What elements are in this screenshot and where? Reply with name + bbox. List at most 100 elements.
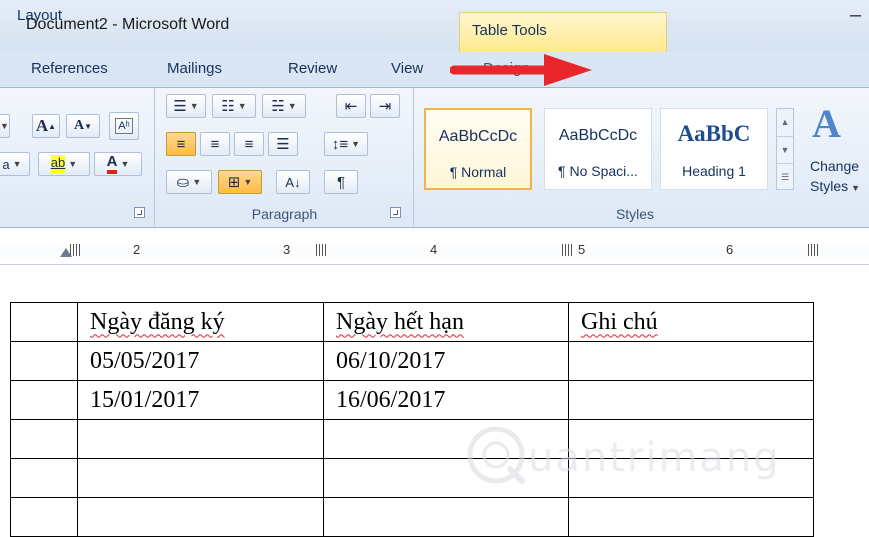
change-styles-label-2-row: Styles ▼: [810, 178, 861, 194]
table-cell[interactable]: 16/06/2017: [323, 380, 569, 420]
effects-dropdown[interactable]: a ▼: [0, 152, 30, 176]
header-text: Ngày hết hạn: [336, 308, 464, 335]
ruler-number: 2: [133, 242, 141, 257]
line-spacing-button[interactable]: ↕≡ ▼: [324, 132, 368, 156]
tab-mailings[interactable]: Mailings: [167, 60, 222, 77]
document-table[interactable]: Ngày đăng ký Ngày hết hạn Ghi chú 05/05/…: [10, 302, 814, 537]
clear-formatting-button[interactable]: Aʰ: [109, 112, 139, 140]
align-left-button[interactable]: ≡: [166, 132, 196, 156]
table-cell[interactable]: [10, 380, 78, 420]
clear-formatting-icon: Aʰ: [115, 118, 133, 134]
title-bar: Document2 - Microsoft Word Table Tools –: [0, 0, 869, 52]
header-text: Ngày đăng ký: [90, 308, 225, 335]
style-heading-1[interactable]: AaBbC Heading 1: [660, 108, 768, 190]
show-hide-marks-button[interactable]: ¶: [324, 170, 358, 194]
style-sample: AaBbCcDc: [558, 127, 638, 144]
styles-gallery-scroller[interactable]: ▲ ▼ ☰: [776, 108, 794, 190]
table-cell[interactable]: [10, 341, 78, 381]
grow-font-icon: A: [35, 116, 49, 135]
align-center-button[interactable]: ≡: [200, 132, 230, 156]
paragraph-dialog-launcher-icon[interactable]: [390, 207, 401, 218]
align-left-icon: ≡: [176, 135, 186, 153]
tab-view[interactable]: View: [391, 60, 423, 77]
align-right-button[interactable]: ≡: [234, 132, 264, 156]
table-cell[interactable]: [568, 380, 814, 420]
grow-font-button[interactable]: A ▲: [32, 114, 60, 138]
style-sample: AaBbCcDc: [438, 128, 518, 145]
font-color-button[interactable]: A ▼: [94, 152, 142, 176]
style-no-spacing[interactable]: AaBbCcDc ¶ No Spaci...: [544, 108, 652, 190]
font-group: ▼ A ▲ A ▼ Aʰ a ▼ ab ▼ A ▼: [0, 88, 155, 226]
scroll-down-icon[interactable]: ▼: [777, 136, 793, 163]
sort-icon: A↓: [285, 174, 301, 190]
pilcrow-icon: ¶: [336, 173, 346, 191]
decrease-indent-icon: ⇤: [344, 98, 358, 115]
tab-review[interactable]: Review: [288, 60, 337, 77]
decrease-indent-button[interactable]: ⇤: [336, 94, 366, 118]
increase-indent-icon: ⇥: [378, 98, 392, 115]
line-spacing-icon: ↕≡: [331, 135, 349, 153]
table-cell[interactable]: Ngày đăng ký: [77, 302, 324, 342]
shrink-font-button[interactable]: A ▼: [66, 114, 100, 138]
borders-button[interactable]: ⊞ ▼: [218, 170, 262, 194]
ribbon-tab-row: References Mailings Review View Design: [0, 52, 869, 88]
highlight-button[interactable]: ab ▼: [38, 152, 90, 176]
tab-layout-label: Layout: [17, 7, 63, 24]
tab-references[interactable]: References: [31, 60, 108, 77]
table-cell[interactable]: [77, 458, 324, 498]
numbering-icon: ☷: [221, 98, 235, 115]
style-name: ¶ Normal: [449, 164, 507, 180]
justify-button[interactable]: ☰: [268, 132, 298, 156]
table-cell[interactable]: [568, 497, 814, 537]
horizontal-ruler[interactable]: 2 3 4 5 6: [0, 238, 869, 265]
paragraph-group-label: Paragraph: [251, 206, 318, 222]
table-cell[interactable]: [77, 497, 324, 537]
more-styles-icon[interactable]: ☰: [777, 163, 793, 189]
change-styles-label-2: Styles: [810, 178, 849, 194]
justify-icon: ☰: [276, 136, 290, 153]
table-cell[interactable]: [323, 497, 569, 537]
bullets-icon: ☰: [173, 98, 187, 115]
minimize-icon[interactable]: –: [850, 5, 869, 25]
align-center-icon: ≡: [210, 135, 220, 153]
font-size-dropdown[interactable]: ▼: [0, 114, 10, 138]
table-cell[interactable]: Ngày hết hạn: [323, 302, 569, 342]
table-cell[interactable]: [10, 419, 78, 459]
table-cell[interactable]: [10, 458, 78, 498]
shading-button[interactable]: ⛀ ▼: [166, 170, 212, 194]
table-row: [10, 497, 814, 537]
column-marker-icon[interactable]: [316, 244, 328, 256]
styles-group: AaBbCcDc ¶ Normal AaBbCcDc ¶ No Spaci...…: [416, 88, 869, 226]
table-cell[interactable]: [10, 497, 78, 537]
shrink-font-icon: A: [73, 118, 85, 133]
watermark-text: uantrimang: [528, 435, 781, 481]
change-styles-button[interactable]: A Change Styles ▼: [804, 98, 864, 198]
increase-indent-button[interactable]: ⇥: [370, 94, 400, 118]
font-dialog-launcher-icon[interactable]: [134, 207, 145, 218]
table-tools-context-header: Table Tools: [459, 12, 667, 52]
table-cell[interactable]: [10, 302, 78, 342]
column-marker-icon[interactable]: [70, 244, 82, 256]
bullets-button[interactable]: ☰ ▼: [166, 94, 206, 118]
table-cell[interactable]: Ghi chú: [568, 302, 814, 342]
style-normal[interactable]: AaBbCcDc ¶ Normal: [424, 108, 532, 190]
styles-group-label: Styles: [615, 206, 655, 222]
multilevel-list-button[interactable]: ☵ ▼: [262, 94, 306, 118]
red-arrow-icon: [450, 54, 592, 86]
sort-button[interactable]: A↓: [276, 170, 310, 194]
table-cell[interactable]: [568, 341, 814, 381]
table-cell[interactable]: 15/01/2017: [77, 380, 324, 420]
numbering-button[interactable]: ☷ ▼: [212, 94, 256, 118]
table-cell[interactable]: 05/05/2017: [77, 341, 324, 381]
shading-icon: ⛀: [176, 174, 190, 191]
table-cell[interactable]: [77, 419, 324, 459]
watermark: uantrimang: [466, 425, 779, 495]
style-name: ¶ No Spaci...: [558, 163, 638, 179]
style-sample: AaBbC: [677, 121, 751, 146]
table-cell[interactable]: 06/10/2017: [323, 341, 569, 381]
column-marker-icon[interactable]: [808, 244, 820, 256]
column-marker-icon[interactable]: [562, 244, 574, 256]
scroll-up-icon[interactable]: ▲: [777, 109, 793, 136]
header-text: Ghi chú: [581, 308, 658, 335]
ruler-number: 5: [578, 242, 586, 257]
